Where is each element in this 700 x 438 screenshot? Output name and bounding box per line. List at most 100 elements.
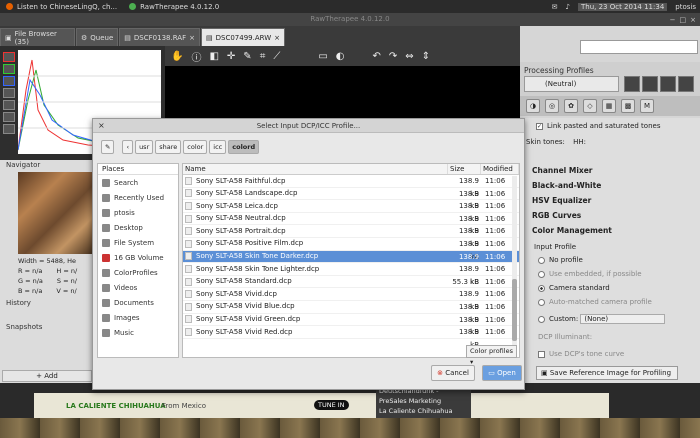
close-icon[interactable]: × bbox=[274, 34, 280, 42]
flip-vertical-icon[interactable]: ⇕ bbox=[422, 51, 430, 62]
raw-tab-icon[interactable]: ▩ bbox=[621, 99, 635, 113]
link-tones-checkbox[interactable]: ✓ Link pasted and saturated tones bbox=[536, 122, 660, 130]
taskbar-item-chrome[interactable]: RawTherapee 4.0.12.0 bbox=[123, 0, 225, 13]
file-row[interactable]: Sony SLT-A58 Portrait.dcp 138.9 kB 11:06 bbox=[183, 225, 519, 248]
use-dcp-tone-checkbox[interactable]: Use DCP's tone curve bbox=[538, 350, 624, 358]
raw-histogram-toggle[interactable] bbox=[3, 112, 15, 122]
profile-selector[interactable]: (Neutral) bbox=[524, 76, 619, 92]
chroma-toggle[interactable] bbox=[3, 100, 15, 110]
path-usr[interactable]: usr bbox=[135, 140, 154, 154]
file-row[interactable]: Sony SLT-A58 Skin Tone Lighter.dcp 138.9 … bbox=[183, 263, 519, 286]
path-icc[interactable]: icc bbox=[209, 140, 227, 154]
transform-tab-icon[interactable]: ▦ bbox=[602, 99, 616, 113]
user-menu[interactable]: ptosis bbox=[675, 3, 696, 11]
rgb-curves-tool[interactable]: RGB Curves bbox=[532, 211, 581, 220]
color-management-tool[interactable]: Color Management bbox=[532, 226, 612, 235]
file-row[interactable]: Sony SLT-A58 Leica.dcp 138.9 kB 11:06 bbox=[183, 200, 519, 223]
luminance-toggle[interactable] bbox=[3, 88, 15, 98]
no-profile-radio[interactable]: No profile bbox=[538, 256, 583, 264]
info-icon[interactable]: ⓘ bbox=[191, 49, 201, 64]
rotate-left-icon[interactable]: ↶ bbox=[373, 51, 381, 62]
tab-file-browser[interactable]: ▣ File Browser (35) bbox=[0, 28, 76, 46]
column-modified[interactable]: Modified bbox=[481, 164, 519, 174]
side-list-item[interactable]: La Caliente Chihuahua bbox=[379, 406, 471, 416]
open-button[interactable]: ▭ Open bbox=[482, 365, 522, 381]
path-back-button[interactable]: ‹ bbox=[122, 140, 134, 154]
place-colorprofiles[interactable]: ColorProfiles bbox=[98, 265, 178, 280]
custom-radio[interactable]: Custom: (None) bbox=[538, 314, 666, 324]
close-icon[interactable]: × bbox=[98, 119, 105, 133]
file-row[interactable]: Sony SLT-A58 Vivid.dcp 138.9 kB 11:06 bbox=[183, 288, 519, 311]
save-profile-icon[interactable] bbox=[624, 76, 640, 92]
load-profile-icon[interactable] bbox=[642, 76, 658, 92]
rotate-right-icon[interactable]: ↷ bbox=[389, 51, 397, 62]
tab-queue[interactable]: ⚙ Queue bbox=[76, 28, 119, 46]
close-icon[interactable]: × bbox=[189, 34, 195, 42]
color-picker-icon[interactable]: ✎ bbox=[243, 51, 251, 62]
place-images[interactable]: Images bbox=[98, 310, 178, 325]
bar-toggle[interactable] bbox=[3, 124, 15, 134]
auto-matched-radio[interactable]: Auto-matched camera profile bbox=[538, 298, 652, 306]
path-colord[interactable]: colord bbox=[228, 140, 260, 154]
taskbar-item-firefox[interactable]: Listen to ChineseLingQ, ch... bbox=[0, 0, 123, 13]
skin-tones-value[interactable]: HH: bbox=[573, 138, 586, 146]
file-row[interactable]: Sony SLT-A58 Skin Tone Darker.dcp 138.9 k… bbox=[183, 250, 519, 273]
place-recent[interactable]: Recently Used bbox=[98, 190, 178, 205]
paste-profile-icon[interactable] bbox=[678, 76, 694, 92]
wavelet-tab-icon[interactable]: ◇ bbox=[583, 99, 597, 113]
place-documents[interactable]: Documents bbox=[98, 295, 178, 310]
clock[interactable]: Thu, 23 Oct 2014 11:34 bbox=[578, 2, 668, 11]
green-channel-toggle[interactable] bbox=[3, 64, 15, 74]
search-input[interactable] bbox=[580, 40, 698, 54]
place-filesystem[interactable]: File System bbox=[98, 235, 178, 250]
volume-icon[interactable]: ♪ bbox=[566, 3, 570, 11]
station-name[interactable]: LA CALIENTE CHIHUAHUA bbox=[66, 402, 166, 410]
channel-mixer-tool[interactable]: Channel Mixer bbox=[532, 166, 593, 175]
file-row[interactable]: Sony SLT-A58 Vivid Green.dcp 138.9 kB 11:0… bbox=[183, 314, 519, 336]
file-row[interactable]: Sony SLT-A58 Neutral.dcp 138.9 kB 11:06 bbox=[183, 213, 519, 235]
metadata-tab-icon[interactable]: M bbox=[640, 99, 654, 113]
save-reference-button[interactable]: ▣ Save Reference Image for Profiling bbox=[536, 366, 678, 380]
camera-standard-radio[interactable]: Camera standard bbox=[538, 284, 610, 292]
mail-icon[interactable]: ✉ bbox=[552, 3, 558, 11]
tab-dsc07499[interactable]: ▤ DSC07499.ARW × bbox=[200, 28, 285, 46]
flip-horizontal-icon[interactable]: ⇔ bbox=[405, 51, 413, 62]
file-row[interactable]: Sony SLT-A58 Vivid Red.dcp 138.9 kB 11:06 bbox=[183, 326, 519, 349]
use-embedded-radio[interactable]: Use embedded, if possible bbox=[538, 270, 642, 278]
tune-in-button[interactable]: TUNE IN bbox=[314, 400, 349, 410]
detail-tab-icon[interactable]: ◎ bbox=[545, 99, 559, 113]
crosshair-icon[interactable]: ✛ bbox=[227, 51, 235, 62]
place-desktop[interactable]: Desktop bbox=[98, 220, 178, 235]
side-list-item[interactable]: PreSales Marketing bbox=[379, 396, 471, 406]
custom-file-value[interactable]: (None) bbox=[580, 314, 666, 324]
file-row[interactable]: Sony SLT-A58 Landscape.dcp 138.9 kB 11:06 bbox=[183, 188, 519, 210]
black-and-white-tool[interactable]: Black-and-White bbox=[532, 181, 601, 190]
focus-mask-icon[interactable]: ◐ bbox=[336, 51, 345, 62]
add-snapshot-button[interactable]: + Add bbox=[2, 370, 92, 382]
blue-channel-toggle[interactable] bbox=[3, 76, 15, 86]
place-volume[interactable]: 16 GB Volume bbox=[98, 250, 178, 265]
path-share[interactable]: share bbox=[155, 140, 182, 154]
place-videos[interactable]: Videos bbox=[98, 280, 178, 295]
place-music[interactable]: Music bbox=[98, 325, 178, 340]
color-tab-icon[interactable]: ✿ bbox=[564, 99, 578, 113]
before-after-icon[interactable]: ◧ bbox=[209, 51, 218, 62]
place-search[interactable]: Search bbox=[98, 175, 178, 190]
scrollbar-thumb[interactable] bbox=[512, 279, 517, 341]
column-name[interactable]: Name bbox=[183, 164, 448, 174]
exposure-tab-icon[interactable]: ◑ bbox=[526, 99, 540, 113]
file-row[interactable]: Sony SLT-A58 Faithful.dcp 138.9 kB 11:06 bbox=[183, 175, 519, 198]
place-home[interactable]: ptosis bbox=[98, 205, 178, 220]
hsv-equalizer-tool[interactable]: HSV Equalizer bbox=[532, 196, 591, 205]
edit-path-icon[interactable]: ✎ bbox=[101, 140, 115, 154]
preview-mode-icon[interactable]: ▭ bbox=[318, 51, 327, 62]
file-type-filter[interactable]: Color profiles ▾ bbox=[466, 345, 517, 366]
cancel-button[interactable]: ⊗ Cancel bbox=[431, 365, 475, 381]
red-channel-toggle[interactable] bbox=[3, 52, 15, 62]
column-size[interactable]: Size bbox=[448, 164, 481, 174]
file-row[interactable]: Sony SLT-A58 Positive Film.dcp 138.9 kB 11… bbox=[183, 238, 519, 261]
hand-icon[interactable]: ✋ bbox=[171, 51, 183, 62]
navigator-thumbnail[interactable] bbox=[18, 172, 96, 254]
straighten-icon[interactable]: ⟋ bbox=[273, 51, 280, 62]
copy-profile-icon[interactable] bbox=[660, 76, 676, 92]
